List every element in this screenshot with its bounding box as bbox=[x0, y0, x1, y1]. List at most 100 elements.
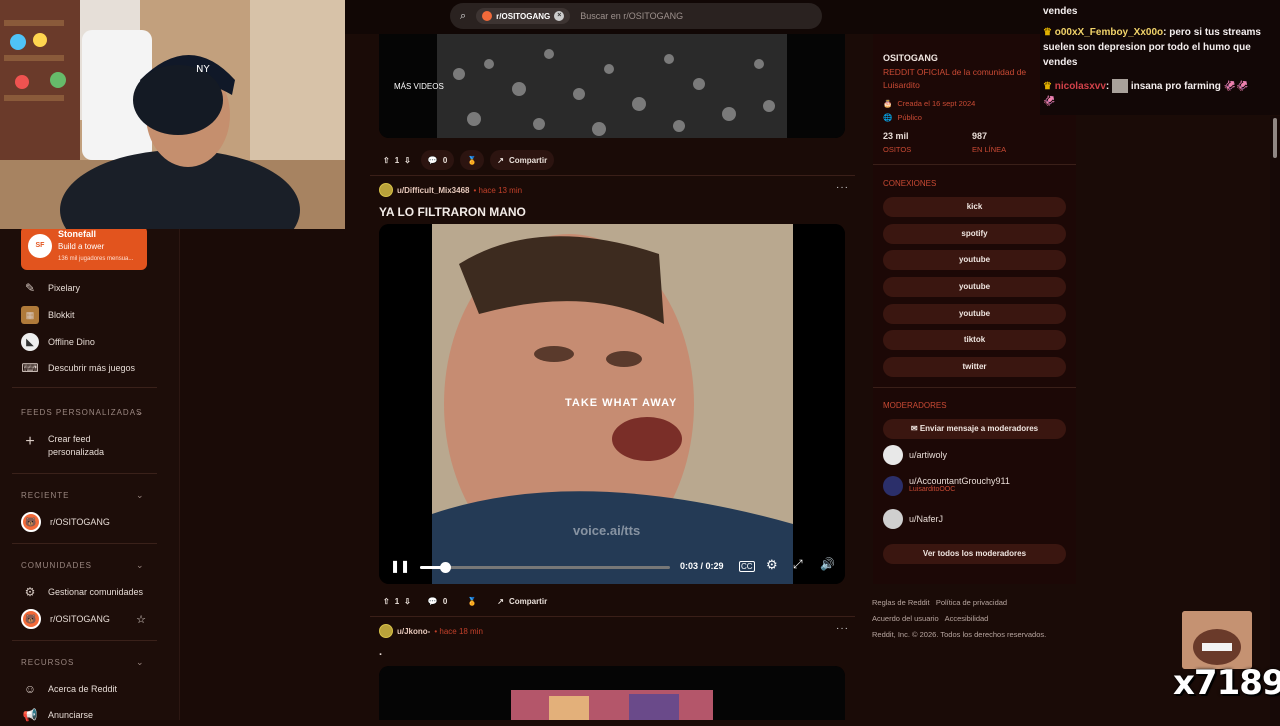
chat-username: o00xX_Femboy_Xx00o bbox=[1054, 27, 1164, 38]
comments-button[interactable]: 💬 0 bbox=[421, 591, 454, 611]
pause-button[interactable]: ❚❚ bbox=[390, 559, 410, 573]
sidebar-item-pixelary[interactable]: ✎ Pixelary bbox=[21, 277, 80, 299]
connection-youtube-button[interactable]: youtube bbox=[883, 277, 1066, 297]
post-author[interactable]: u/Difficult_Mix3468 bbox=[397, 186, 469, 195]
sidebar-item-offline-dino[interactable]: ◣ Offline Dino bbox=[21, 331, 95, 353]
sidebar-item-recent-ositogang[interactable]: 🐻 r/OSITOGANG bbox=[21, 511, 110, 533]
share-button[interactable]: ↗ Compartir bbox=[490, 150, 555, 170]
more-videos-label: MÁS VIDEOS bbox=[394, 82, 444, 91]
vote-control[interactable]: ⇧ 1 ⇩ bbox=[379, 150, 415, 170]
award-icon: 🏅 bbox=[467, 155, 478, 165]
create-feed-label: Crear feed personalizada bbox=[48, 434, 105, 457]
divider bbox=[12, 387, 157, 388]
moderator-item[interactable]: u/artiwoly bbox=[883, 445, 947, 465]
downvote-icon[interactable]: ⇩ bbox=[404, 597, 411, 606]
star-icon[interactable]: ☆ bbox=[136, 613, 146, 626]
created-label: Creada el 16 sept 2024 bbox=[897, 99, 976, 108]
section-header-label: FEEDS PERSONALIZADAS bbox=[21, 408, 143, 417]
reddit-icon: ☺ bbox=[23, 682, 37, 696]
message-mods-button[interactable]: ✉ Enviar mensaje a moderadores bbox=[883, 419, 1066, 439]
connection-spotify-button[interactable]: spotify bbox=[883, 224, 1066, 244]
video-watermark: voice.ai/tts bbox=[573, 523, 641, 538]
user-avatar[interactable] bbox=[379, 183, 393, 197]
video-time: 0:03 / 0:29 bbox=[680, 561, 724, 571]
community-name: OSITOGANG bbox=[883, 53, 938, 63]
sidebar-item-blokkit[interactable]: ▦ Blokkit bbox=[21, 304, 75, 326]
search-bar[interactable]: ⌕ r/OSITOGANG × Buscar en r/OSITOGANG bbox=[450, 3, 822, 29]
create-feed-button[interactable]: + Crear feed personalizada bbox=[21, 433, 118, 461]
divider bbox=[370, 175, 855, 176]
page-scrollbar[interactable] bbox=[1270, 116, 1280, 720]
post-options-icon[interactable]: ··· bbox=[836, 182, 849, 193]
game-card-stonefall[interactable]: SF Stonefall Build a tower 136 mil jugad… bbox=[21, 226, 147, 270]
captions-icon[interactable]: CC bbox=[739, 561, 755, 572]
connection-kick-button[interactable]: kick bbox=[883, 197, 1066, 217]
online-label: EN LÍNEA bbox=[972, 145, 1007, 154]
post-video-previous[interactable]: MÁS VIDEOS bbox=[379, 34, 845, 138]
footer-accessibility-link[interactable]: Accesibilidad bbox=[945, 614, 989, 623]
user-avatar[interactable] bbox=[379, 624, 393, 638]
share-icon: ↗ bbox=[497, 596, 504, 606]
comment-count: 0 bbox=[442, 596, 448, 606]
subreddit-avatar: 🐻 bbox=[21, 609, 41, 629]
chat-line-continuation: vendes bbox=[1043, 6, 1078, 17]
emote-overlay-image bbox=[1182, 611, 1252, 669]
award-button[interactable]: 🏅 bbox=[460, 591, 484, 611]
divider bbox=[370, 616, 855, 617]
footer-links-row1: Reglas de Reddit Política de privacidad bbox=[872, 598, 1007, 607]
footer-agreement-link[interactable]: Acuerdo del usuario bbox=[872, 614, 939, 623]
clear-chip-icon[interactable]: × bbox=[554, 11, 565, 21]
view-all-moderators-button[interactable]: Ver todos los moderadores bbox=[883, 544, 1066, 564]
post-time: • hace 13 min bbox=[473, 185, 523, 195]
post-author[interactable]: u/Jkono- bbox=[397, 627, 430, 636]
comments-button[interactable]: 💬 0 bbox=[420, 150, 455, 170]
award-button[interactable]: 🏅 bbox=[460, 150, 485, 170]
search-input[interactable]: Buscar en r/OSITOGANG bbox=[580, 11, 683, 21]
downvote-icon[interactable]: ⇩ bbox=[404, 156, 411, 165]
share-button[interactable]: ↗ Compartir bbox=[490, 591, 554, 611]
upvote-icon[interactable]: ⇧ bbox=[383, 156, 390, 165]
upvote-icon[interactable]: ⇧ bbox=[383, 597, 390, 606]
post-video-player[interactable]: TAKE WHAT AWAY voice.ai/tts ❚❚ 0:03 / 0:… bbox=[379, 224, 845, 584]
connection-youtube-button[interactable]: youtube bbox=[883, 304, 1066, 324]
community-search-chip[interactable]: r/OSITOGANG × bbox=[476, 8, 571, 24]
footer-copyright: Reddit, Inc. © 2026. Todos los derechos … bbox=[872, 630, 1047, 639]
crown-badge-icon: ♛ bbox=[1043, 81, 1052, 92]
sidebar-item-community-ositogang[interactable]: 🐻 r/OSITOGANG ☆ bbox=[21, 608, 146, 630]
manage-communities-link[interactable]: ⚙ Gestionar comunidades bbox=[21, 581, 143, 603]
connection-twitter-button[interactable]: twitter bbox=[883, 357, 1066, 377]
moderator-item[interactable]: u/NaferJ bbox=[883, 509, 943, 529]
scrollbar-thumb[interactable] bbox=[1273, 118, 1277, 158]
settings-icon[interactable]: ⚙ bbox=[766, 557, 778, 573]
visibility-label: Público bbox=[897, 113, 922, 122]
section-header-recent[interactable]: RECIENTE ⌄ bbox=[21, 490, 144, 500]
footer-rules-link[interactable]: Reglas de Reddit bbox=[872, 598, 930, 607]
sidebar-item-discover-games[interactable]: ⌨ Descubrir más juegos bbox=[21, 357, 135, 379]
vote-count: 1 bbox=[394, 155, 400, 165]
post3-header: u/Jkono- • hace 18 min bbox=[379, 624, 483, 638]
comment-icon: 💬 bbox=[427, 155, 438, 165]
section-header-resources[interactable]: RECURSOS ⌄ bbox=[21, 657, 144, 667]
section-header-label: RECURSOS bbox=[21, 658, 75, 667]
moderator-item[interactable]: u/AccountantGrouchy911 LuisarditoOOC bbox=[883, 476, 1010, 496]
vote-control[interactable]: ⇧ 1 ⇩ bbox=[379, 591, 415, 611]
chip-label: r/OSITOGANG bbox=[496, 11, 551, 21]
post-title[interactable]: YA LO FILTRARON MANO bbox=[379, 205, 526, 219]
section-header-feeds[interactable]: FEEDS PERSONALIZADAS ⌄ bbox=[21, 407, 144, 417]
video-progress-bar[interactable] bbox=[420, 562, 670, 573]
volume-icon[interactable]: 🔊 bbox=[820, 557, 835, 571]
moderator-avatar bbox=[883, 509, 903, 529]
section-header-communities[interactable]: COMUNIDADES ⌄ bbox=[21, 560, 144, 570]
post-title[interactable]: . bbox=[379, 646, 382, 658]
connection-youtube-button[interactable]: youtube bbox=[883, 250, 1066, 270]
fullscreen-icon[interactable]: ⤢ bbox=[793, 557, 803, 572]
advertise-link[interactable]: 📢 Anunciarse bbox=[21, 704, 94, 726]
post-options-icon[interactable]: ··· bbox=[836, 623, 849, 634]
video-scrubber-handle[interactable] bbox=[440, 562, 451, 573]
stonefall-logo: SF bbox=[28, 234, 52, 258]
connection-tiktok-button[interactable]: tiktok bbox=[883, 330, 1066, 350]
gear-icon: ⚙ bbox=[24, 585, 36, 599]
footer-privacy-link[interactable]: Política de privacidad bbox=[936, 598, 1007, 607]
about-reddit-link[interactable]: ☺ Acerca de Reddit bbox=[21, 678, 117, 700]
post-media-next[interactable] bbox=[379, 666, 845, 720]
